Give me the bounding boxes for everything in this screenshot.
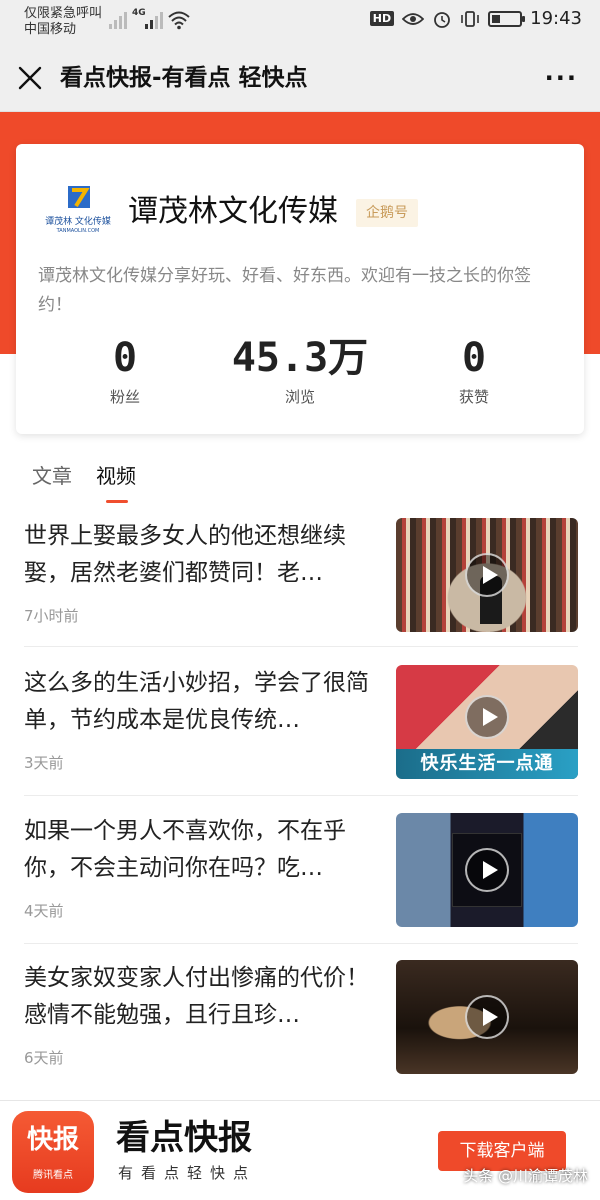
video-thumbnail[interactable] xyxy=(396,518,578,632)
play-icon[interactable] xyxy=(465,553,509,597)
stat-value: 45.3万 xyxy=(231,335,369,381)
close-icon[interactable] xyxy=(14,62,46,94)
stat-label: 粉丝 xyxy=(109,388,140,406)
tab-videos[interactable]: 视频 xyxy=(96,462,136,490)
nav-bar: 看点快报-有看点 轻快点 ··· xyxy=(0,44,600,112)
video-title[interactable]: 这么多的生活小妙招，学会了很简单，节约成本是优良传统… xyxy=(24,665,378,739)
app-name: 看点快报 xyxy=(116,1118,252,1158)
video-thumbnail[interactable]: 快乐生活一点通 xyxy=(396,665,578,779)
video-title[interactable]: 世界上娶最多女人的他还想继续娶，居然老婆们都赞同！老… xyxy=(24,518,378,592)
watermark: 头条 @川渝谭茂林 xyxy=(463,1167,588,1185)
account-logo: 谭茂林 文化传媒 TANMAOLIN.COM xyxy=(36,184,120,240)
video-time: 7小时前 xyxy=(24,607,79,625)
download-app-button[interactable]: 下载客户端 xyxy=(438,1131,566,1171)
play-icon[interactable] xyxy=(465,848,509,892)
list-item[interactable]: 如果一个男人不喜欢你，不在乎你，不会主动问你在吗？吃… 4天前 xyxy=(0,813,600,961)
carrier-line-1: 仅限紧急呼叫 xyxy=(24,6,103,21)
page-title: 看点快报-有看点 轻快点 xyxy=(60,65,308,91)
more-menu-icon[interactable]: ··· xyxy=(545,64,578,92)
video-title[interactable]: 美女家奴变家人付出惨痛的代价！感情不能勉强，且行且珍… xyxy=(24,960,378,1034)
carrier-info: 仅限紧急呼叫 中国移动 xyxy=(24,6,102,38)
status-bar: 仅限紧急呼叫 中国移动 4G HD 19:43 xyxy=(0,0,600,44)
logo-subtext: TANMAOLIN.COM xyxy=(56,228,100,234)
divider xyxy=(24,646,578,647)
app-icon-label: 快报 xyxy=(26,1125,79,1155)
tab-articles[interactable]: 文章 xyxy=(32,462,72,490)
stat-value: 0 xyxy=(112,335,138,381)
carrier-line-2: 中国移动 xyxy=(24,22,77,37)
stat-views: 45.3万 浏览 xyxy=(225,334,375,408)
stat-likes: 0 获赞 xyxy=(399,334,549,408)
divider xyxy=(24,943,578,944)
alarm-icon xyxy=(434,11,451,28)
account-name: 谭茂林文化传媒 xyxy=(128,194,338,229)
video-title[interactable]: 如果一个男人不喜欢你，不在乎你，不会主动问你在吗？吃… xyxy=(24,813,378,887)
list-item[interactable]: 美女家奴变家人付出惨痛的代价！感情不能勉强，且行且珍… 6天前 xyxy=(0,960,600,1108)
video-time: 3天前 xyxy=(24,754,64,772)
video-thumbnail[interactable] xyxy=(396,960,578,1074)
stat-label: 获赞 xyxy=(458,388,489,406)
divider xyxy=(24,795,578,796)
signal-icon xyxy=(109,12,127,29)
signal-icon-2 xyxy=(145,12,163,29)
active-tab-indicator xyxy=(106,500,128,503)
status-time: 19:43 xyxy=(530,8,582,29)
app-icon[interactable]: 快报 腾讯看点 xyxy=(12,1111,94,1193)
list-item[interactable]: 世界上娶最多女人的他还想继续娶，居然老婆们都赞同！老… 7小时前 xyxy=(0,518,600,666)
account-bio: 谭茂林文化传媒分享好玩、好看、好东西。欢迎有一技之长的你签约！ xyxy=(38,266,531,315)
vibrate-icon xyxy=(461,10,479,27)
play-icon[interactable] xyxy=(465,695,509,739)
eye-icon xyxy=(402,12,425,25)
app-slogan: 有看点轻快点 xyxy=(118,1164,257,1182)
video-time: 4天前 xyxy=(24,902,64,920)
stat-label: 浏览 xyxy=(284,388,315,406)
video-time: 6天前 xyxy=(24,1049,64,1067)
logo-text: 谭茂林 文化传媒 xyxy=(45,217,111,227)
stat-followers: 0 粉丝 xyxy=(50,334,200,408)
app-icon-sublabel: 腾讯看点 xyxy=(33,1170,73,1181)
wifi-icon xyxy=(168,11,190,30)
thumbnail-caption: 快乐生活一点通 xyxy=(396,749,578,779)
hd-icon: HD xyxy=(369,11,395,26)
play-icon[interactable] xyxy=(465,995,509,1039)
list-item[interactable]: 这么多的生活小妙招，学会了很简单，节约成本是优良传统… 3天前 快乐生活一点通 xyxy=(0,665,600,813)
logo-mark-icon xyxy=(68,186,90,208)
stat-value: 0 xyxy=(461,335,487,381)
status-icons: HD 19:43 xyxy=(369,8,582,29)
battery-icon xyxy=(488,10,526,27)
account-type-badge: 企鹅号 xyxy=(356,199,418,227)
profile-card: 谭茂林 文化传媒 TANMAOLIN.COM 谭茂林文化传媒 企鹅号 谭茂林文化… xyxy=(16,144,584,434)
video-thumbnail[interactable] xyxy=(396,813,578,927)
